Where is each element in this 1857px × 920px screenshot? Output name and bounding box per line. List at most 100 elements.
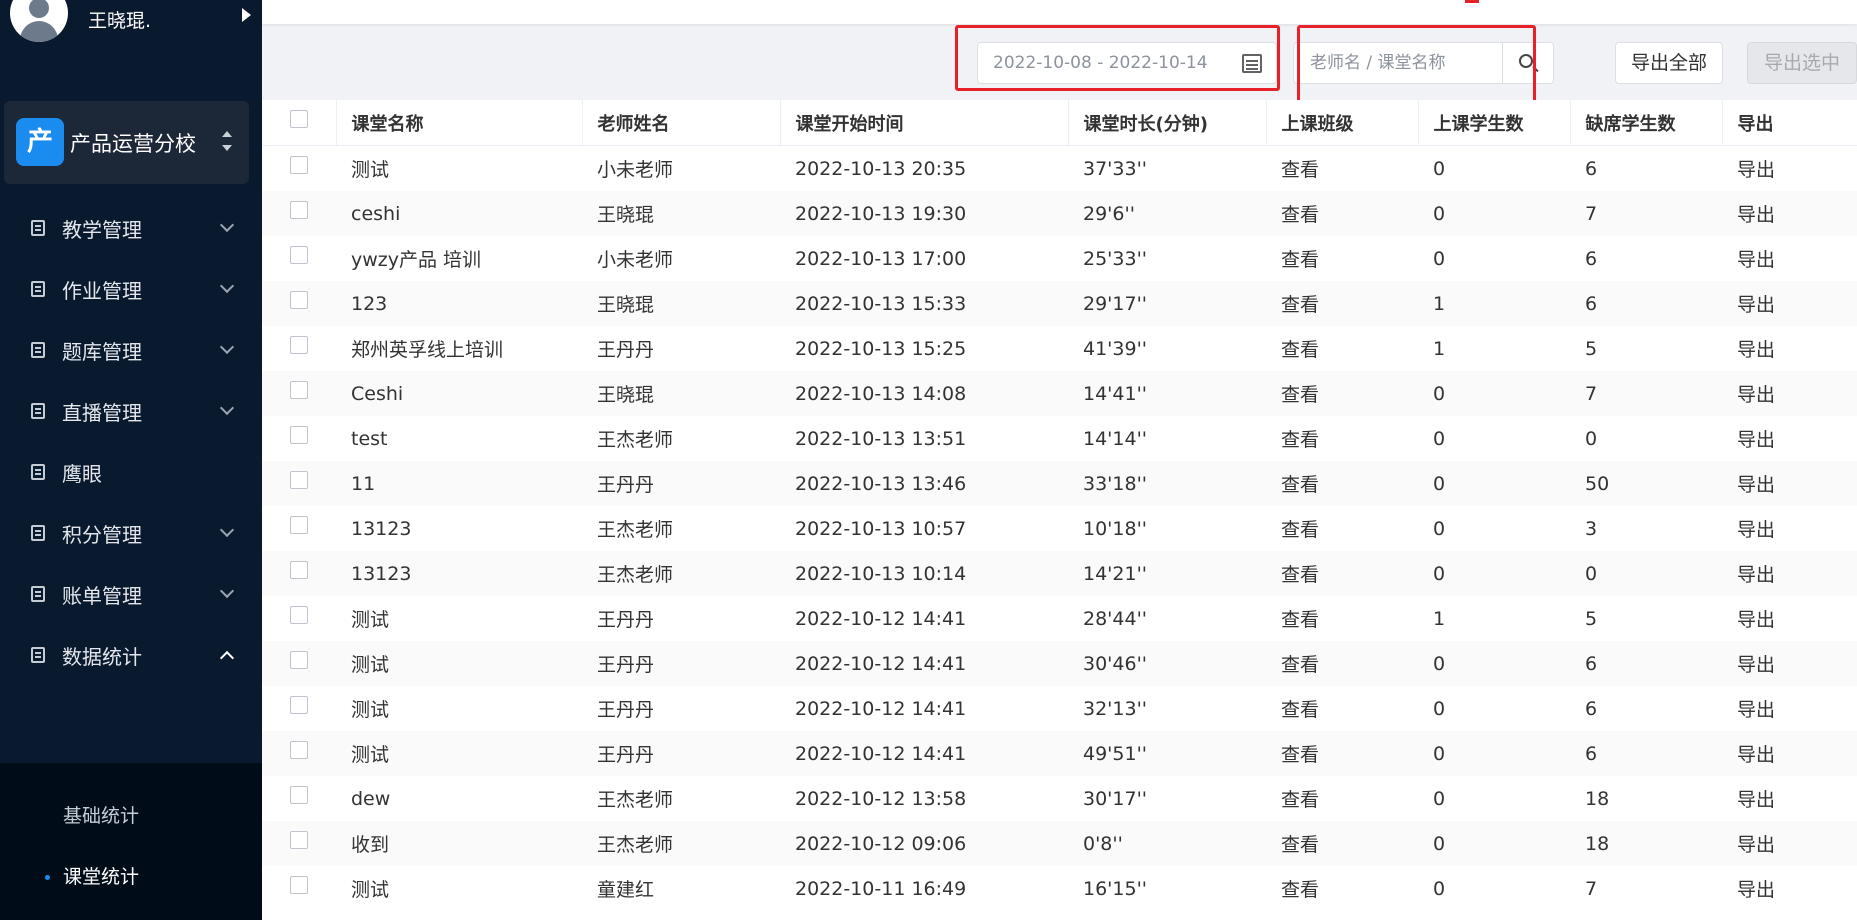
row-select-cell[interactable]: [262, 731, 336, 776]
absent-count-cell[interactable]: 18: [1570, 821, 1722, 866]
attended-count-cell[interactable]: 0: [1418, 191, 1570, 236]
class-name-cell[interactable]: 测试: [336, 596, 582, 641]
export-row-link[interactable]: 导出: [1722, 461, 1857, 506]
attended-count-cell[interactable]: 0: [1418, 866, 1570, 911]
class-name-cell[interactable]: 测试: [336, 866, 582, 911]
absent-count-cell[interactable]: 7: [1570, 191, 1722, 236]
header-select-all[interactable]: [262, 100, 337, 146]
view-class-link[interactable]: 查看: [1266, 776, 1418, 821]
row-checkbox[interactable]: [290, 291, 308, 309]
row-select-cell[interactable]: [262, 371, 336, 416]
export-row-link[interactable]: 导出: [1722, 146, 1857, 192]
row-checkbox[interactable]: [290, 831, 308, 849]
export-row-link[interactable]: 导出: [1722, 326, 1857, 371]
absent-count-cell[interactable]: 7: [1570, 866, 1722, 911]
attended-count-cell[interactable]: 0: [1418, 686, 1570, 731]
attended-count-cell[interactable]: 0: [1418, 551, 1570, 596]
row-checkbox[interactable]: [290, 561, 308, 579]
view-class-link[interactable]: 查看: [1266, 506, 1418, 551]
view-class-link[interactable]: 查看: [1266, 191, 1418, 236]
attended-count-cell[interactable]: 0: [1418, 731, 1570, 776]
row-checkbox[interactable]: [290, 741, 308, 759]
row-checkbox[interactable]: [290, 201, 308, 219]
class-name-cell[interactable]: 测试: [336, 641, 582, 686]
sidebar-item-billing[interactable]: 账单管理: [0, 564, 262, 624]
row-checkbox[interactable]: [290, 246, 308, 264]
attended-count-cell[interactable]: 0: [1418, 776, 1570, 821]
row-select-cell[interactable]: [262, 281, 336, 326]
attended-count-cell[interactable]: 0: [1418, 146, 1570, 192]
sidebar-item-points[interactable]: 积分管理: [0, 503, 262, 563]
class-name-cell[interactable]: 测试: [336, 686, 582, 731]
row-checkbox[interactable]: [290, 606, 308, 624]
row-checkbox[interactable]: [290, 336, 308, 354]
row-select-cell[interactable]: [262, 686, 336, 731]
class-name-cell[interactable]: 11: [336, 461, 582, 506]
export-row-link[interactable]: 导出: [1722, 236, 1857, 281]
class-name-cell[interactable]: 13123: [336, 551, 582, 596]
class-name-cell[interactable]: dew: [336, 776, 582, 821]
row-select-cell[interactable]: [262, 461, 336, 506]
class-name-cell[interactable]: ceshi: [336, 191, 582, 236]
view-class-link[interactable]: 查看: [1266, 731, 1418, 776]
user-profile[interactable]: 王晓琨.: [10, 0, 255, 48]
view-class-link[interactable]: 查看: [1266, 551, 1418, 596]
class-name-cell[interactable]: test: [336, 416, 582, 461]
export-row-link[interactable]: 导出: [1722, 866, 1857, 911]
view-class-link[interactable]: 查看: [1266, 326, 1418, 371]
view-class-link[interactable]: 查看: [1266, 686, 1418, 731]
absent-count-cell[interactable]: 6: [1570, 281, 1722, 326]
row-checkbox[interactable]: [290, 426, 308, 444]
sidebar-item-eagle-eye[interactable]: 鹰眼: [0, 442, 262, 502]
sort-switch-icon[interactable]: [222, 129, 232, 155]
row-checkbox[interactable]: [290, 516, 308, 534]
export-row-link[interactable]: 导出: [1722, 416, 1857, 461]
row-checkbox[interactable]: [290, 381, 308, 399]
export-all-button[interactable]: 导出全部: [1615, 42, 1723, 84]
absent-count-cell[interactable]: 6: [1570, 731, 1722, 776]
view-class-link[interactable]: 查看: [1266, 371, 1418, 416]
view-class-link[interactable]: 查看: [1266, 821, 1418, 866]
attended-count-cell[interactable]: 0: [1418, 236, 1570, 281]
class-name-cell[interactable]: 测试: [336, 731, 582, 776]
sidebar-item-data-stats[interactable]: 数据统计: [0, 625, 262, 685]
view-class-link[interactable]: 查看: [1266, 236, 1418, 281]
absent-count-cell[interactable]: 18: [1570, 776, 1722, 821]
export-row-link[interactable]: 导出: [1722, 596, 1857, 641]
class-name-cell[interactable]: 收到: [336, 821, 582, 866]
export-row-link[interactable]: 导出: [1722, 821, 1857, 866]
sidebar-item-question-bank[interactable]: 题库管理: [0, 320, 262, 380]
row-checkbox[interactable]: [290, 786, 308, 804]
row-checkbox[interactable]: [290, 876, 308, 894]
absent-count-cell[interactable]: 6: [1570, 236, 1722, 281]
export-row-link[interactable]: 导出: [1722, 506, 1857, 551]
sidebar-subitem-basic-stats[interactable]: 基础统计: [0, 785, 262, 845]
absent-count-cell[interactable]: 6: [1570, 641, 1722, 686]
row-select-cell[interactable]: [262, 866, 336, 911]
row-checkbox[interactable]: [290, 651, 308, 669]
class-name-cell[interactable]: ywzy产品 培训: [336, 236, 582, 281]
row-select-cell[interactable]: [262, 191, 336, 236]
sidebar-subitem-class-stats[interactable]: 课堂统计: [0, 846, 262, 906]
attended-count-cell[interactable]: 0: [1418, 461, 1570, 506]
select-all-checkbox[interactable]: [289, 110, 308, 128]
export-row-link[interactable]: 导出: [1722, 686, 1857, 731]
attended-count-cell[interactable]: 1: [1418, 281, 1570, 326]
view-class-link[interactable]: 查看: [1266, 641, 1418, 686]
attended-count-cell[interactable]: 1: [1418, 326, 1570, 371]
school-switcher[interactable]: 产 产品运营分校: [4, 101, 249, 184]
row-checkbox[interactable]: [290, 471, 308, 489]
export-selected-button[interactable]: 导出选中: [1747, 42, 1857, 84]
view-class-link[interactable]: 查看: [1266, 866, 1418, 911]
attended-count-cell[interactable]: 0: [1418, 416, 1570, 461]
caret-right-icon[interactable]: [242, 8, 251, 22]
absent-count-cell[interactable]: 50: [1570, 461, 1722, 506]
export-row-link[interactable]: 导出: [1722, 776, 1857, 821]
row-checkbox[interactable]: [290, 696, 308, 714]
row-select-cell[interactable]: [262, 641, 336, 686]
row-select-cell[interactable]: [262, 326, 336, 371]
class-name-cell[interactable]: Ceshi: [336, 371, 582, 416]
view-class-link[interactable]: 查看: [1266, 461, 1418, 506]
class-name-cell[interactable]: 测试: [336, 146, 582, 192]
attended-count-cell[interactable]: 0: [1418, 506, 1570, 551]
